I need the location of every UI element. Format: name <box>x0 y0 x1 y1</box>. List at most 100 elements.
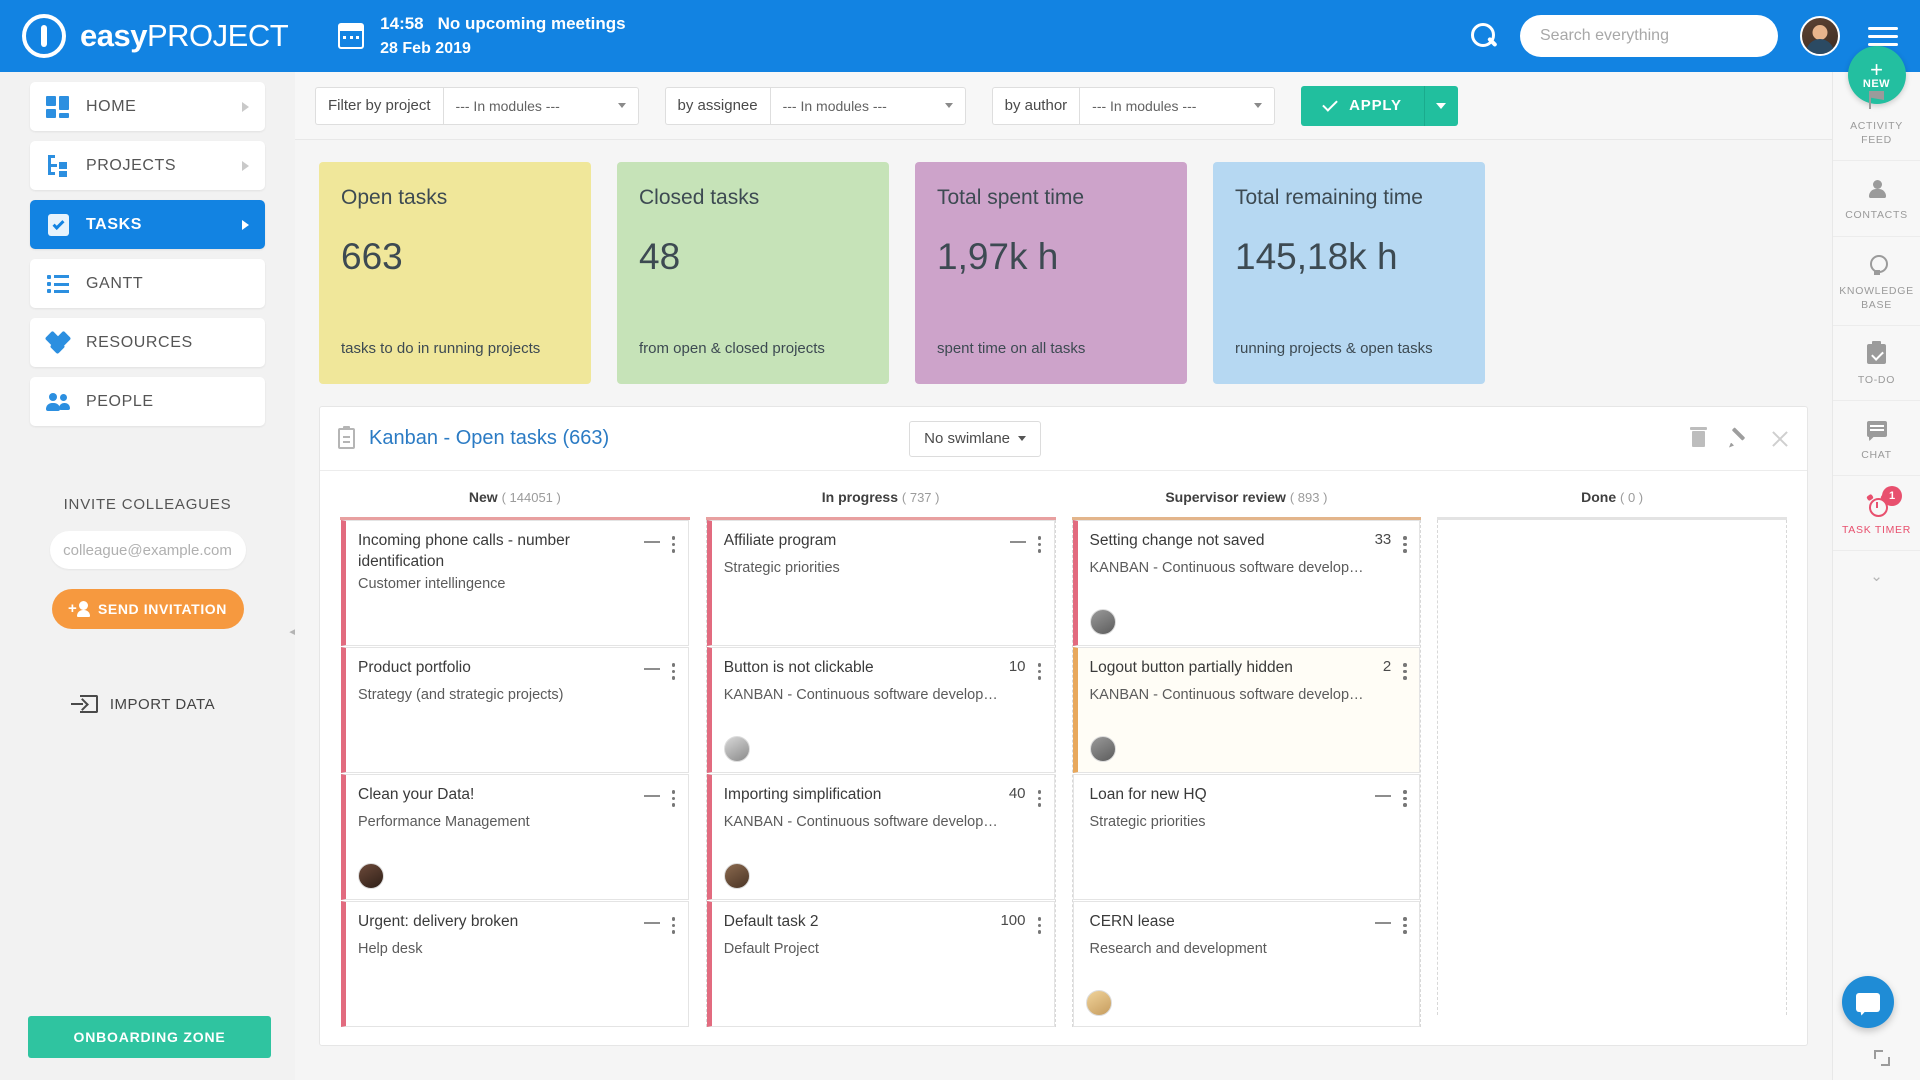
filter-project-select[interactable]: --- In modules --- <box>443 87 639 125</box>
card-project: Help desk <box>358 941 676 957</box>
card-menu-icon[interactable] <box>1403 536 1407 556</box>
delete-icon[interactable] <box>1692 431 1705 447</box>
filter-assignee-select[interactable]: --- In modules --- <box>770 87 966 125</box>
kpi-card[interactable]: Open tasks663tasks to do in running proj… <box>319 162 591 384</box>
rail-item-todo[interactable]: TO-DO <box>1833 328 1920 401</box>
rail-item-label: TO-DO <box>1837 373 1916 387</box>
card-no-progress <box>1375 922 1391 924</box>
kpi-card[interactable]: Total remaining time145,18k hrunning pro… <box>1213 162 1485 384</box>
sidebar-item-home[interactable]: HOME <box>30 82 265 131</box>
fullscreen-icon[interactable] <box>1874 1050 1890 1066</box>
filter-author-select[interactable]: --- In modules --- <box>1079 87 1275 125</box>
kanban-card[interactable]: Logout button partially hidden2KANBAN - … <box>1073 647 1421 773</box>
card-header: Incoming phone calls - number identifica… <box>358 531 676 572</box>
kanban-card[interactable]: Urgent: delivery brokenHelp desk <box>341 901 689 1027</box>
sidebar-item-gantt[interactable]: GANTT <box>30 259 265 308</box>
todo-clipboard-icon <box>1837 342 1916 366</box>
sidebar-item-tasks[interactable]: TASKS <box>30 200 265 249</box>
rail-item-label: ACTIVITY FEED <box>1837 119 1916 147</box>
close-icon[interactable] <box>1771 430 1789 448</box>
current-date: 28 Feb 2019 <box>380 37 625 60</box>
calendar-icon[interactable] <box>338 23 364 49</box>
search-icon[interactable] <box>1466 19 1500 53</box>
card-assignee-avatar[interactable] <box>358 863 384 889</box>
kanban-card[interactable]: Importing simplification40KANBAN - Conti… <box>707 774 1055 900</box>
rail-item-contacts[interactable]: CONTACTS <box>1833 163 1920 236</box>
sidebar-item-label: PEOPLE <box>86 393 154 411</box>
card-menu-icon[interactable] <box>1038 790 1042 810</box>
card-header: Button is not clickable10 <box>724 658 1042 683</box>
card-assignee-avatar[interactable] <box>1090 736 1116 762</box>
apply-dropdown-button[interactable] <box>1424 86 1458 126</box>
card-menu-icon[interactable] <box>1038 917 1042 937</box>
card-menu-icon[interactable] <box>672 663 676 683</box>
card-menu-icon[interactable] <box>672 917 676 937</box>
card-assignee-avatar[interactable] <box>724 863 750 889</box>
search-input[interactable] <box>1520 15 1778 57</box>
kanban-card[interactable]: Default task 2100Default Project <box>707 901 1055 1027</box>
kanban-column-body[interactable]: Setting change not saved33KANBAN - Conti… <box>1072 520 1422 1027</box>
apply-button[interactable]: APPLY <box>1301 86 1424 126</box>
card-no-progress <box>644 668 660 670</box>
edit-icon[interactable] <box>1729 430 1747 448</box>
sidebar-item-resources[interactable]: RESOURCES <box>30 318 265 367</box>
kanban-column-body[interactable] <box>1437 520 1787 1015</box>
rail-expand-more-icon[interactable]: ⌄ <box>1833 551 1920 585</box>
kanban-card[interactable]: Button is not clickable10KANBAN - Contin… <box>707 647 1055 773</box>
card-menu-icon[interactable] <box>1038 536 1042 556</box>
rail-item-label: CONTACTS <box>1837 208 1916 222</box>
rail-item-chat[interactable]: CHAT <box>1833 403 1920 476</box>
card-assignee-avatar[interactable] <box>1090 609 1116 635</box>
card-menu-icon[interactable] <box>672 536 676 556</box>
invite-email-input[interactable] <box>50 531 246 569</box>
kanban-column-count: ( 0 ) <box>1620 490 1643 505</box>
card-progress: 40 <box>1009 785 1026 802</box>
top-header-bar: easyPROJECT 14:58No upcoming meetings 28… <box>0 0 1920 72</box>
flag-icon <box>1837 88 1916 112</box>
kanban-column-body[interactable]: Incoming phone calls - number identifica… <box>340 520 690 1027</box>
app-logo[interactable]: easyPROJECT <box>22 14 288 58</box>
kanban-card[interactable]: Setting change not saved33KANBAN - Conti… <box>1073 520 1421 646</box>
kanban-column-header: Supervisor review ( 893 ) <box>1072 485 1422 520</box>
header-right-group <box>1466 15 1898 57</box>
card-assignee-avatar[interactable] <box>724 736 750 762</box>
kanban-column-name: Supervisor review <box>1165 489 1286 505</box>
rail-item-task-timer[interactable]: 1 TASK TIMER <box>1833 478 1920 551</box>
kanban-card[interactable]: Product portfolioStrategy (and strategic… <box>341 647 689 773</box>
card-menu-icon[interactable] <box>672 790 676 810</box>
kanban-column-body[interactable]: Affiliate programStrategic prioritiesBut… <box>706 520 1056 1027</box>
kpi-value: 145,18k h <box>1235 236 1463 278</box>
rail-item-knowledge-base[interactable]: KNOWLEDGE BASE <box>1833 239 1920 326</box>
swimlane-select[interactable]: No swimlane <box>909 421 1041 457</box>
user-avatar[interactable] <box>1800 16 1840 56</box>
sidebar-item-projects[interactable]: PROJECTS <box>30 141 265 190</box>
sidebar-item-label: RESOURCES <box>86 334 193 352</box>
filter-project-label: Filter by project <box>315 87 443 125</box>
card-title: Logout button partially hidden <box>1090 658 1383 679</box>
kanban-card[interactable]: Loan for new HQStrategic priorities <box>1073 774 1421 900</box>
kanban-card[interactable]: Incoming phone calls - number identifica… <box>341 520 689 646</box>
rail-item-activity-feed[interactable]: ACTIVITY FEED <box>1833 74 1920 161</box>
kanban-panel-header: Kanban - Open tasks (663) No swimlane <box>320 407 1807 471</box>
card-menu-icon[interactable] <box>1403 790 1407 810</box>
sidebar-item-people[interactable]: PEOPLE <box>30 377 265 426</box>
chat-support-button[interactable] <box>1842 976 1894 1028</box>
send-invitation-button[interactable]: + SEND INVITATION <box>52 589 244 629</box>
kpi-card[interactable]: Total spent time1,97k hspent time on all… <box>915 162 1187 384</box>
chevron-down-icon <box>945 103 953 108</box>
import-data-button[interactable]: IMPORT DATA <box>0 695 295 713</box>
app-title: easyPROJECT <box>80 18 288 54</box>
kanban-card[interactable]: Affiliate programStrategic priorities <box>707 520 1055 646</box>
kpi-card[interactable]: Closed tasks48from open & closed project… <box>617 162 889 384</box>
card-header: Affiliate program <box>724 531 1042 556</box>
kanban-card[interactable]: Clean your Data!Performance Management <box>341 774 689 900</box>
kanban-card[interactable]: CERN leaseResearch and development <box>1073 901 1421 1027</box>
kanban-panel-title[interactable]: Kanban - Open tasks (663) <box>369 427 609 450</box>
chevron-down-icon <box>618 103 626 108</box>
card-assignee-avatar[interactable] <box>1086 990 1112 1016</box>
card-menu-icon[interactable] <box>1403 917 1407 937</box>
card-menu-icon[interactable] <box>1038 663 1042 683</box>
card-menu-icon[interactable] <box>1403 663 1407 683</box>
onboarding-zone-button[interactable]: ONBOARDING ZONE <box>28 1016 271 1058</box>
chevron-down-icon <box>1436 103 1446 109</box>
